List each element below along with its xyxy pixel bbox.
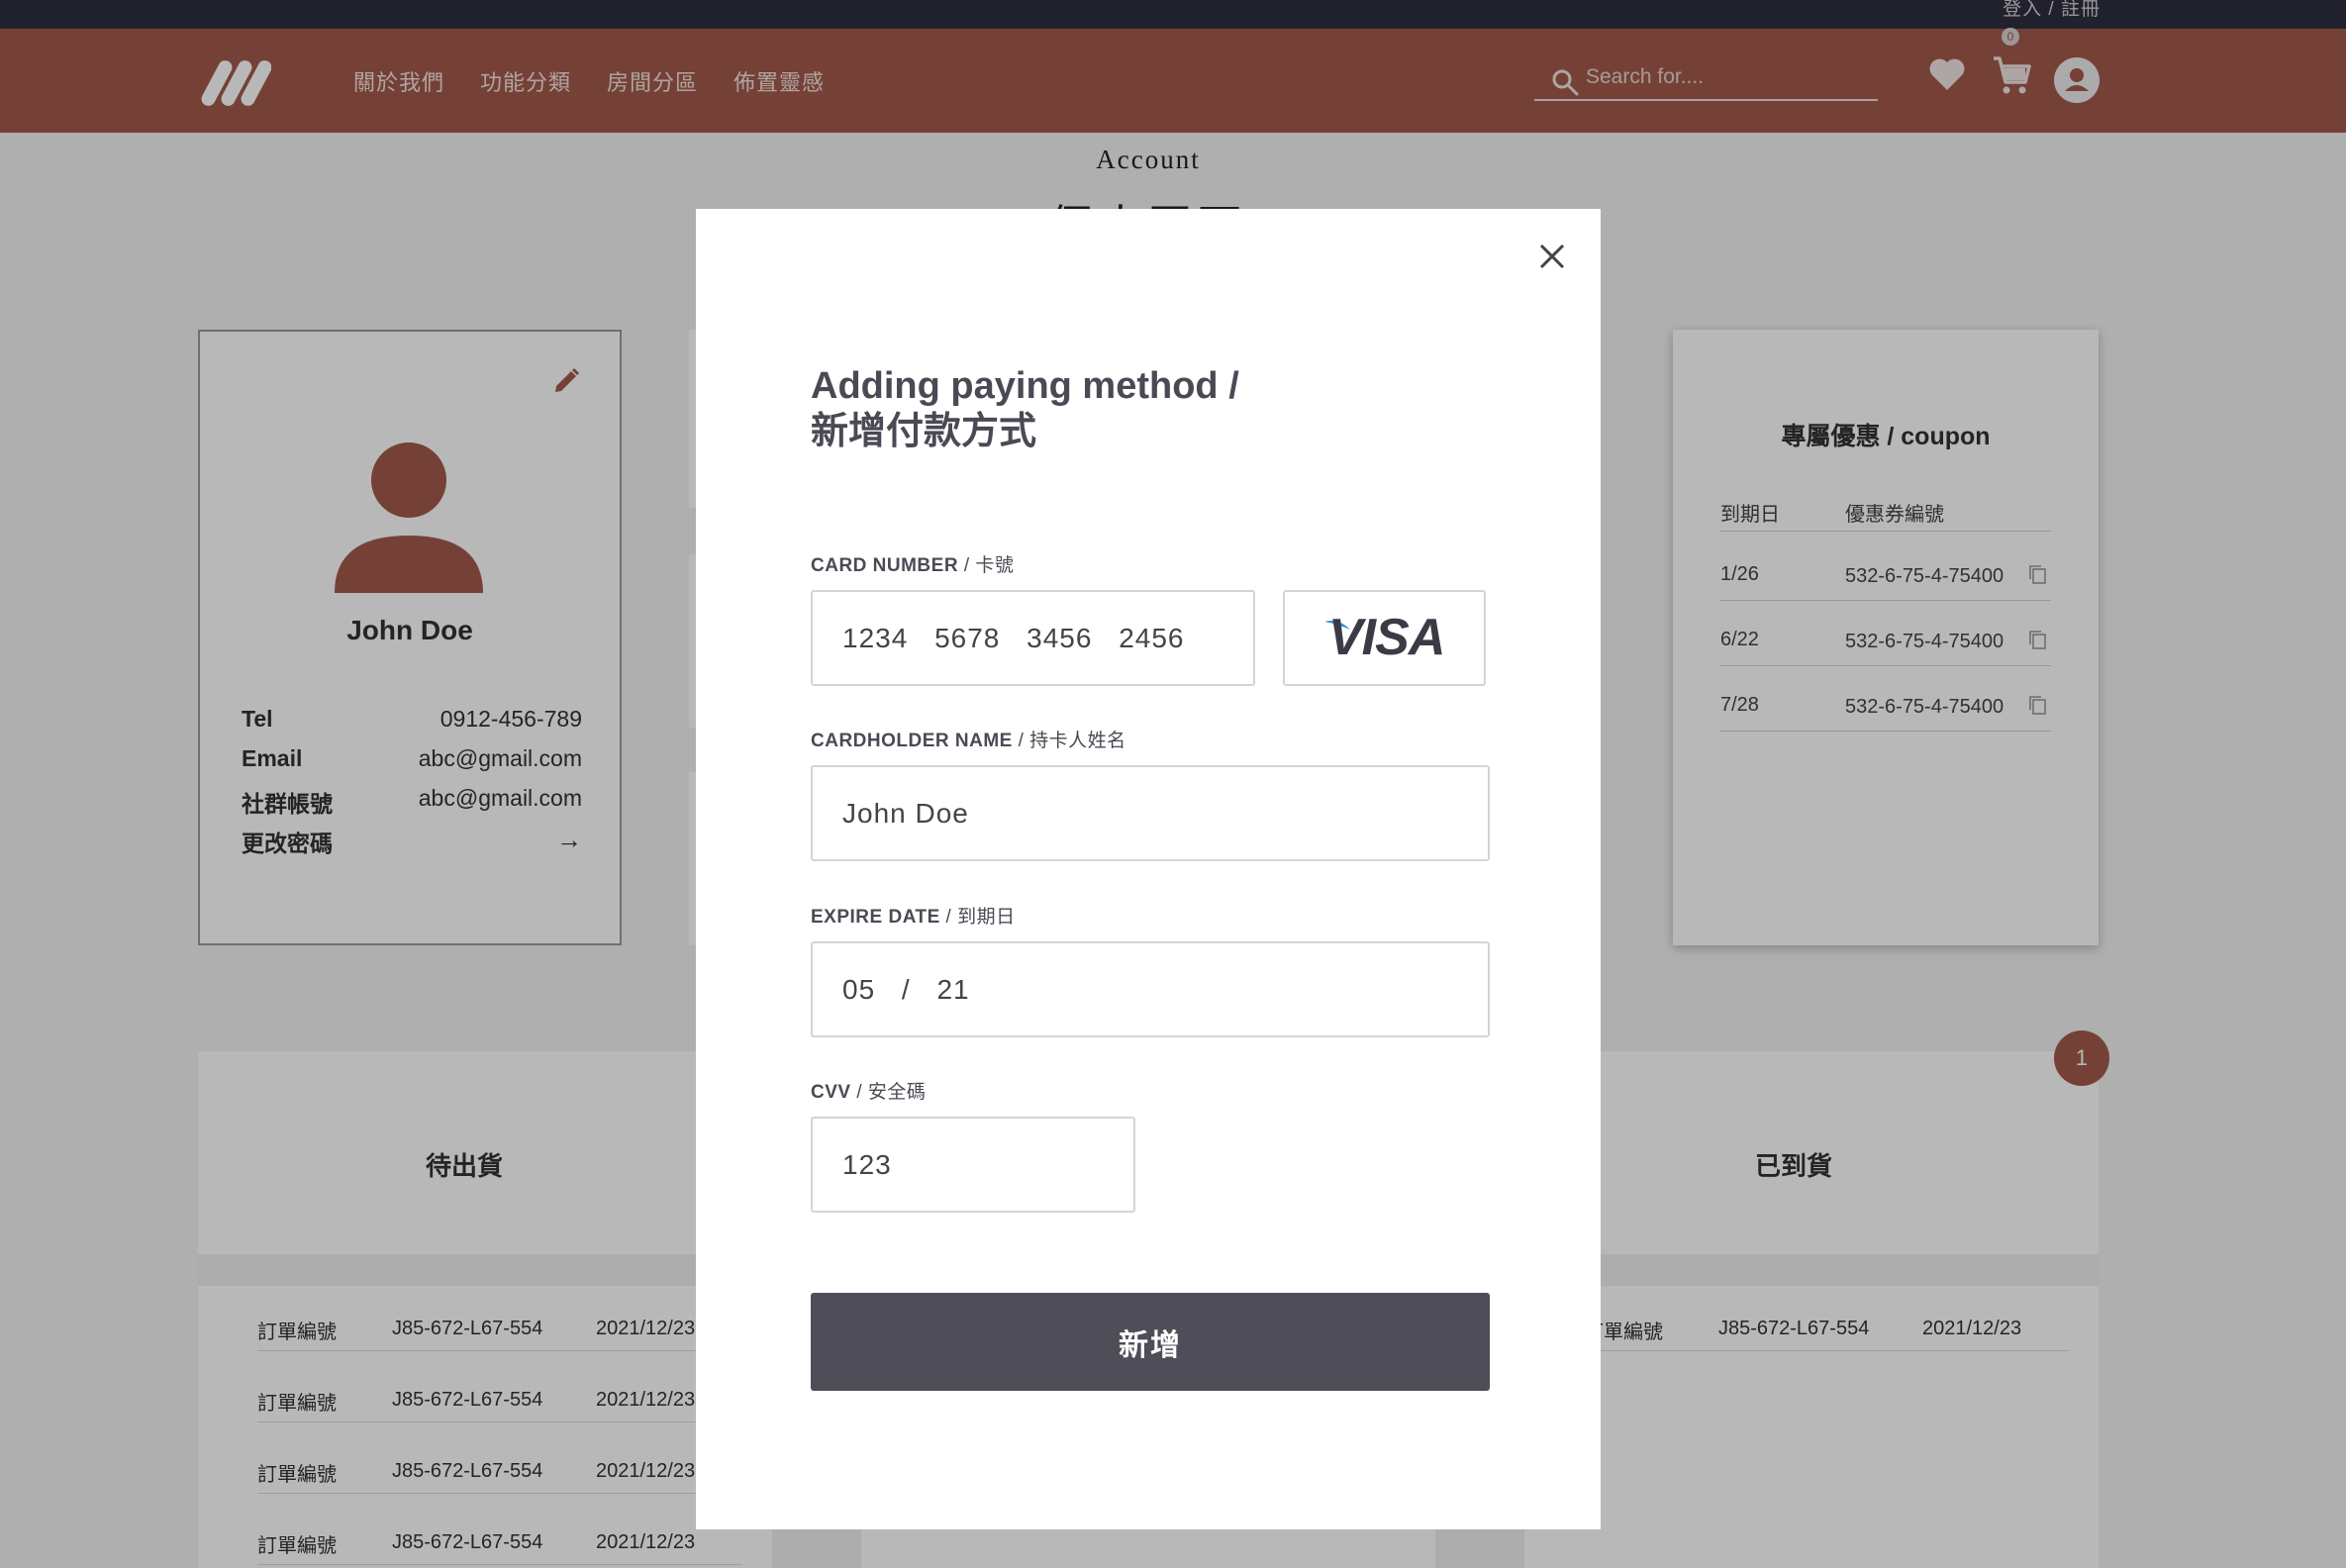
cardholder-field	[811, 765, 1490, 861]
cvv-input[interactable]	[842, 1119, 1114, 1211]
expire-field	[811, 941, 1490, 1037]
modal-title-zh: 新增付款方式	[811, 411, 1037, 452]
cardholder-label-zh: / 持卡人姓名	[1012, 731, 1126, 751]
card-number-label-en: CARD NUMBER	[811, 555, 959, 576]
cvv-label-zh: / 安全碼	[850, 1082, 927, 1103]
cvv-label-en: CVV	[811, 1082, 851, 1103]
cardholder-label: CARDHOLDER NAME / 持卡人姓名	[811, 726, 1126, 752]
card-number-label: CARD NUMBER / 卡號	[811, 550, 1014, 577]
card-brand-badge: VISA	[1283, 590, 1486, 686]
expire-input[interactable]	[842, 943, 1468, 1035]
expire-label-en: EXPIRE DATE	[811, 907, 940, 928]
cvv-label: CVV / 安全碼	[811, 1077, 926, 1104]
card-number-field	[811, 590, 1255, 686]
card-number-label-zh: / 卡號	[958, 555, 1015, 576]
submit-add-button[interactable]: 新增	[811, 1293, 1490, 1391]
expire-label: EXPIRE DATE / 到期日	[811, 902, 1016, 929]
cardholder-label-en: CARDHOLDER NAME	[811, 731, 1013, 751]
expire-label-zh: / 到期日	[939, 907, 1016, 928]
close-icon[interactable]	[1537, 242, 1567, 271]
card-number-input[interactable]	[842, 592, 1233, 684]
modal-title-en: Adding paying method /	[811, 365, 1239, 407]
modal-title: Adding paying method / 新增付款方式	[811, 363, 1239, 454]
card-brand-text: VISA	[1328, 609, 1445, 666]
add-payment-modal: Adding paying method / 新增付款方式 CARD NUMBE…	[696, 209, 1601, 1529]
cvv-field	[811, 1117, 1135, 1213]
cardholder-input[interactable]	[842, 767, 1468, 859]
